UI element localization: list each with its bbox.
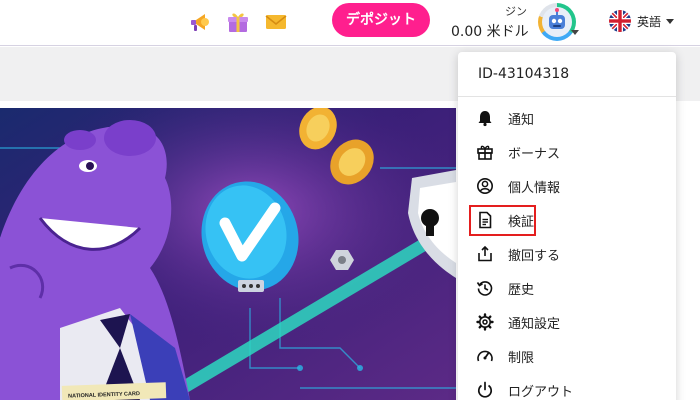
menu-item-logout[interactable]: ログアウト	[458, 374, 676, 400]
menu-item-history[interactable]: 歴史	[458, 272, 676, 302]
menu-item-label: 個人情報	[508, 181, 561, 196]
avatar-robot-icon	[549, 8, 565, 29]
chevron-down-icon	[666, 18, 675, 24]
gift-icon[interactable]	[226, 10, 250, 34]
power-icon	[477, 381, 493, 398]
user-id: ID-43104318	[478, 66, 570, 82]
menu-item-personal-info[interactable]: 個人情報	[458, 170, 676, 200]
language-selector[interactable]: 英語	[609, 8, 675, 34]
language-label: 英語	[637, 14, 662, 29]
menu-item-label: 撤回する	[508, 249, 561, 264]
history-icon	[476, 281, 493, 296]
menu-item-notifications[interactable]: 通知	[458, 102, 676, 132]
menu-item-label: 通知	[508, 113, 535, 128]
promo-icon[interactable]	[188, 10, 212, 34]
bell-icon	[478, 111, 492, 127]
menu-item-notification-settings[interactable]: 通知設定	[458, 306, 676, 336]
deposit-button[interactable]: デポジット	[332, 3, 430, 37]
avatar[interactable]	[538, 3, 576, 41]
menu-divider	[458, 96, 676, 97]
balance-label: ジン	[505, 5, 527, 18]
menu-item-limits[interactable]: 制限	[458, 340, 676, 370]
withdraw-icon	[478, 245, 492, 262]
menu-item-verification[interactable]: 検証	[458, 204, 676, 234]
menu-item-withdraw[interactable]: 撤回する	[458, 238, 676, 268]
mail-icon[interactable]	[264, 10, 288, 34]
user-circle-icon	[477, 178, 493, 194]
page: デポジット ジン 0.00 米ドル 英語 NATIONAL IDENTITY C…	[0, 0, 700, 400]
menu-item-label: ログアウト	[508, 385, 574, 400]
menu-item-label: 制限	[508, 351, 535, 366]
menu-item-label: ボーナス	[508, 147, 561, 162]
menu-item-bonus[interactable]: ボーナス	[458, 136, 676, 166]
balance-value[interactable]: 0.00 米ドル	[451, 21, 529, 41]
document-icon	[479, 211, 492, 229]
gauge-icon	[477, 350, 493, 362]
gift-icon	[477, 145, 493, 160]
gear-icon	[476, 313, 494, 331]
top-header: デポジット ジン 0.00 米ドル 英語	[0, 0, 700, 46]
user-dropdown-menu: ID-43104318 通知 ボーナス 個人情報 検証 撤回する 歴史 通知設定…	[458, 52, 676, 400]
menu-item-label: 検証	[508, 215, 535, 230]
uk-flag-icon	[609, 10, 631, 32]
avatar-caret-icon[interactable]	[571, 30, 579, 35]
menu-item-label: 歴史	[508, 283, 535, 298]
verification-banner: NATIONAL IDENTITY CARD	[0, 108, 456, 400]
menu-item-label: 通知設定	[508, 317, 561, 332]
